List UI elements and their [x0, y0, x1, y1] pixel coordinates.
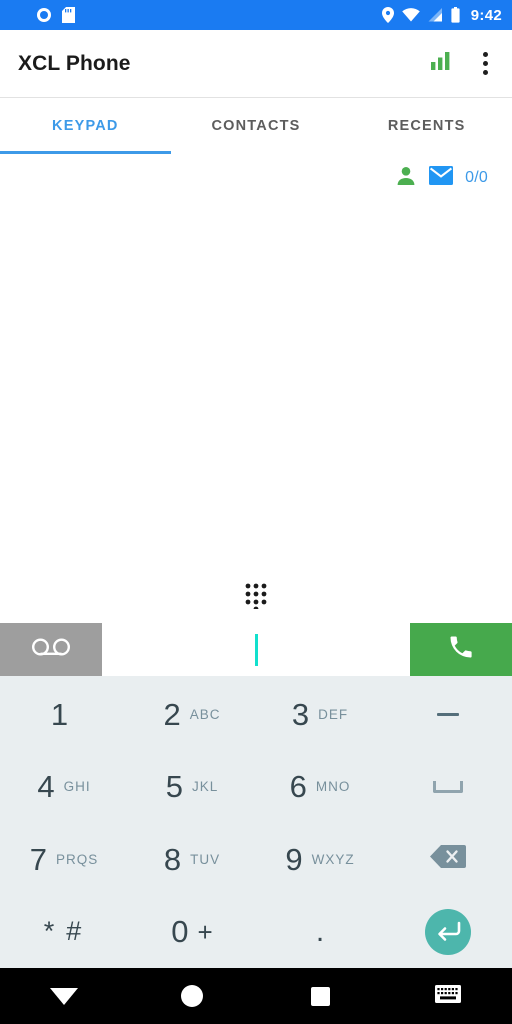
- numeric-keypad: 1 2 ABC 3 DEF 4 GHI 5 JKL 6 MNO 7 PRQS 8…: [0, 676, 512, 968]
- voicemail-icon: [31, 637, 71, 662]
- key-4[interactable]: 4 GHI: [0, 751, 128, 824]
- status-bar-right-icons: 9:42: [381, 6, 502, 24]
- key-9-letters: WXYZ: [311, 851, 355, 867]
- key-7-digit: 7: [29, 841, 47, 877]
- phone-app-screen: 9:42 XCL Phone KEYPAD CONTACTS RECENTS 0…: [0, 0, 512, 1024]
- key-dash[interactable]: [384, 678, 512, 751]
- call-button[interactable]: [410, 623, 512, 676]
- key-3-letters: DEF: [318, 706, 349, 722]
- location-pin-icon: [381, 7, 394, 23]
- wifi-icon: [401, 8, 420, 22]
- key-6-letters: MNO: [315, 779, 351, 795]
- tab-bar: KEYPAD CONTACTS RECENTS: [0, 98, 512, 154]
- tab-recents[interactable]: RECENTS: [341, 98, 512, 154]
- backspace-icon: [430, 844, 466, 874]
- key-star-digit: *: [43, 916, 58, 947]
- key-9-digit: 9: [285, 841, 303, 877]
- keypad-row-3: 7 PRQS 8 TUV 9 WXYZ: [0, 823, 512, 896]
- key-2-letters: ABC: [189, 706, 221, 722]
- key-6-digit: 6: [289, 769, 307, 805]
- key-enter[interactable]: [384, 896, 512, 969]
- app-bar-actions: [431, 48, 494, 79]
- page-title: XCL Phone: [18, 51, 131, 75]
- key-5-digit: 5: [165, 769, 183, 805]
- key-6[interactable]: 6 MNO: [256, 751, 384, 824]
- system-navigation-bar: [0, 968, 512, 1024]
- signal-bars-icon[interactable]: [431, 52, 451, 75]
- status-bar: 9:42: [0, 0, 512, 30]
- battery-icon: [451, 7, 460, 23]
- message-count-badge: 0/0: [465, 169, 488, 186]
- voicemail-button[interactable]: [0, 623, 102, 676]
- key-8-letters: TUV: [190, 851, 221, 867]
- status-bar-clock: 9:42: [470, 6, 502, 24]
- key-period[interactable]: .: [256, 896, 384, 969]
- key-8[interactable]: 8 TUV: [128, 823, 256, 896]
- sub-action-row: 0/0: [0, 154, 512, 202]
- overflow-menu-icon[interactable]: [477, 48, 494, 79]
- phone-call-icon: [447, 633, 475, 666]
- nav-recents-button[interactable]: [256, 986, 384, 1006]
- nav-back-button[interactable]: [0, 987, 128, 1005]
- key-4-digit: 4: [37, 769, 55, 805]
- key-7[interactable]: 7 PRQS: [0, 823, 128, 896]
- tab-keypad-label: KEYPAD: [52, 118, 119, 134]
- keypad-content-area: [0, 202, 512, 623]
- dash-icon: [437, 712, 459, 716]
- home-circle-icon: [181, 985, 203, 1007]
- key-9[interactable]: 9 WXYZ: [256, 823, 384, 896]
- key-1-digit: 1: [50, 696, 69, 732]
- mail-icon[interactable]: [429, 166, 454, 190]
- dial-input-row: [0, 623, 512, 676]
- tab-contacts[interactable]: CONTACTS: [171, 98, 342, 154]
- tab-keypad[interactable]: KEYPAD: [0, 98, 171, 154]
- key-5[interactable]: 5 JKL: [128, 751, 256, 824]
- dialpad-icon[interactable]: [239, 579, 273, 613]
- back-triangle-icon: [50, 987, 78, 1005]
- key-hash-digit: #: [66, 916, 85, 947]
- key-8-digit: 8: [163, 841, 182, 877]
- recents-square-icon: [310, 986, 330, 1006]
- keypad-row-2: 4 GHI 5 JKL 6 MNO: [0, 751, 512, 824]
- key-space[interactable]: [384, 751, 512, 824]
- keypad-row-1: 1 2 ABC 3 DEF: [0, 678, 512, 751]
- key-2[interactable]: 2 ABC: [128, 678, 256, 751]
- key-1[interactable]: 1: [0, 678, 128, 751]
- key-4-letters: GHI: [63, 779, 91, 795]
- key-plus-symbol: +: [197, 916, 213, 947]
- enter-icon: [425, 908, 471, 955]
- key-backspace[interactable]: [384, 823, 512, 896]
- sd-card-icon: [62, 7, 75, 23]
- spacebar-icon: [433, 780, 463, 793]
- keyboard-icon: [435, 984, 461, 1008]
- key-0[interactable]: 0 +: [128, 896, 256, 969]
- text-caret: [254, 633, 258, 666]
- nav-home-button[interactable]: [128, 985, 256, 1007]
- key-5-letters: JKL: [191, 779, 219, 795]
- status-bar-left-icons: [36, 7, 75, 23]
- key-star-hash[interactable]: * #: [0, 896, 128, 969]
- tab-recents-label: RECENTS: [387, 118, 466, 134]
- key-3[interactable]: 3 DEF: [256, 678, 384, 751]
- person-icon[interactable]: [395, 165, 417, 192]
- tab-contacts-label: CONTACTS: [211, 118, 301, 134]
- app-bar: XCL Phone: [0, 30, 512, 98]
- record-circle-icon: [36, 7, 52, 23]
- key-3-digit: 3: [291, 696, 310, 732]
- key-7-letters: PRQS: [55, 851, 99, 867]
- key-2-digit: 2: [163, 696, 181, 732]
- cellular-signal-icon: [428, 8, 443, 22]
- keypad-row-4: * # 0 + .: [0, 896, 512, 969]
- nav-keyboard-button[interactable]: [384, 984, 512, 1008]
- key-period-digit: .: [315, 914, 325, 948]
- key-0-digit: 0: [171, 914, 189, 950]
- phone-number-field[interactable]: [102, 623, 410, 676]
